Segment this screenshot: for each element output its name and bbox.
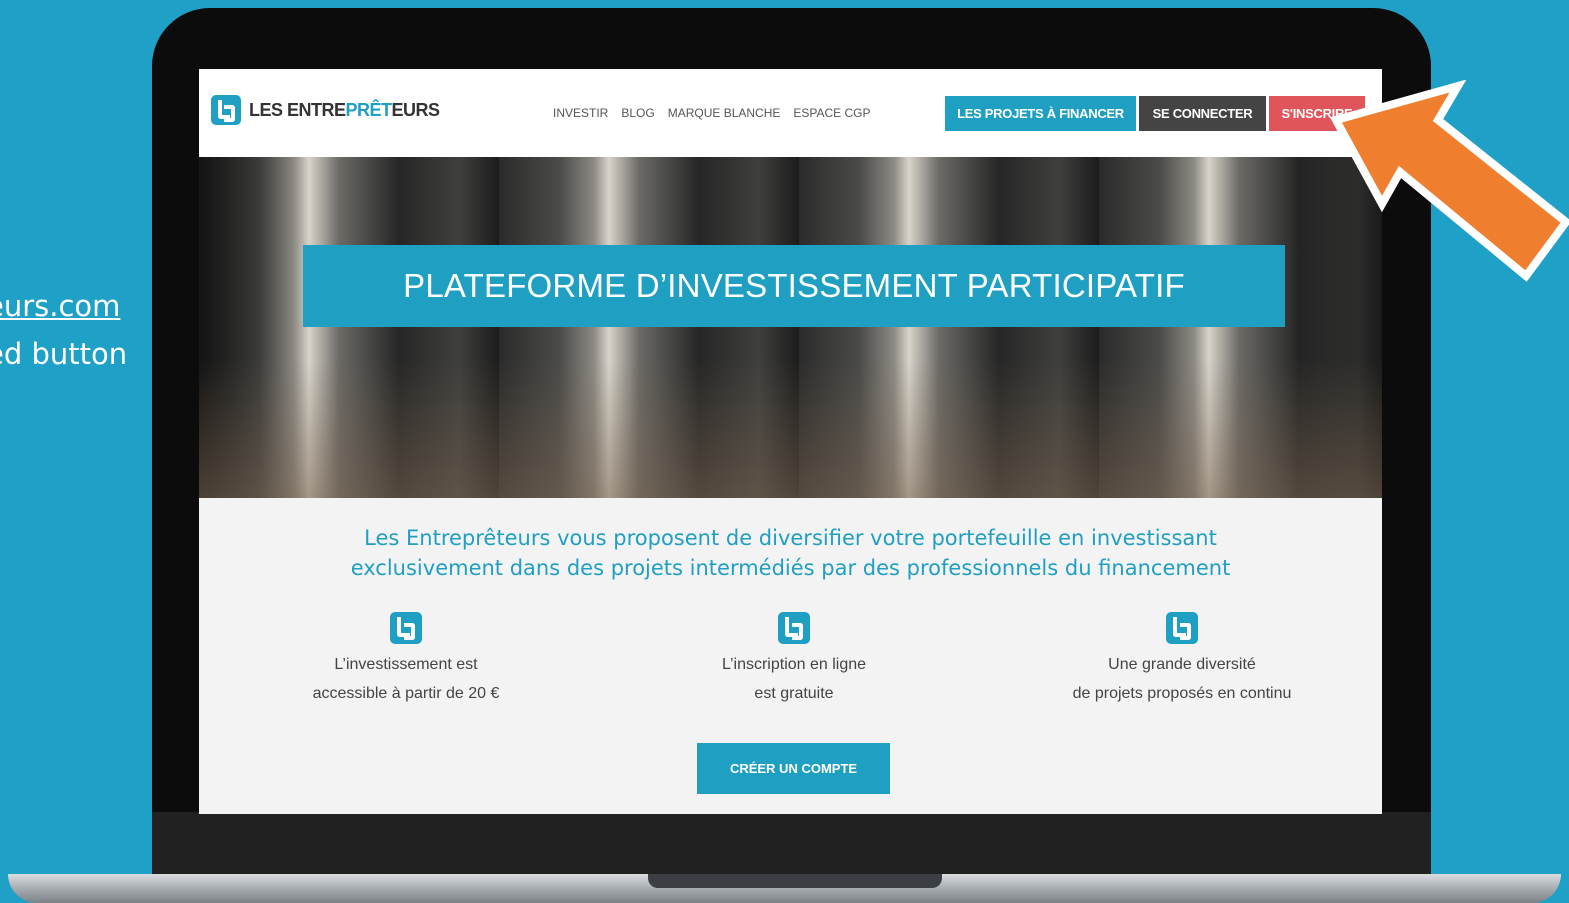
nav-marque-blanche[interactable]: MARQUE BLANCHE [668,106,781,120]
feature-line-1: L’investissement est [334,656,478,673]
logo-mark-icon [778,612,810,644]
website-screen: LES ENTREPRÊTEURS INVESTIR BLOG MARQUE B… [199,69,1382,814]
hero-floor-shade [199,358,1382,498]
caption-link[interactable]: eurs.com [0,282,127,330]
caption-text: ed button [0,337,128,371]
projects-button[interactable]: LES PROJETS À FINANCER [945,96,1136,131]
laptop-bezel [152,812,1431,876]
arrow-shape [1330,80,1569,282]
feature-line-2: de projets proposés en continu [1072,685,1292,702]
logo-mark-icon [1166,612,1198,644]
side-caption: eurs.com ed button [0,282,127,378]
create-account-button[interactable]: CRÉER UN COMPTE [697,743,890,794]
hero-title: PLATEFORME D’INVESTISSEMENT PARTICIPATIF [303,245,1285,327]
nav-espace-cgp[interactable]: ESPACE CGP [793,106,870,120]
feature-diversity: Une grande diversité de projets proposés… [982,612,1382,708]
feature-min-investment: L’investissement est accessible à partir… [206,612,606,708]
site-header: LES ENTREPRÊTEURS INVESTIR BLOG MARQUE B… [199,69,1382,157]
hero-image: PLATEFORME D’INVESTISSEMENT PARTICIPATIF [199,157,1382,498]
tagline-line-2: exclusivement dans des projets intermédi… [350,556,1231,580]
logo-mark-icon [211,95,241,125]
feature-line-1: Une grande diversité [1108,656,1256,673]
laptop-notch [648,874,942,888]
pointer-arrow-icon [1330,80,1569,282]
tagline: Les Entreprêteurs vous proposent de dive… [199,523,1382,583]
site-logo[interactable]: LES ENTREPRÊTEURS [211,95,440,125]
login-button[interactable]: SE CONNECTER [1139,96,1266,131]
feature-line-1: L’inscription en ligne [721,656,867,673]
feature-free-signup: L’inscription en ligne est gratuite [594,612,994,708]
feature-line-2: est gratuite [754,685,834,702]
nav-investir[interactable]: INVESTIR [553,106,608,120]
logo-text: LES ENTREPRÊTEURS [249,99,440,120]
feature-line-2: accessible à partir de 20 € [312,685,500,702]
tagline-line-1: Les Entreprêteurs vous proposent de dive… [364,526,1217,550]
logo-mark-icon [390,612,422,644]
main-nav: INVESTIR BLOG MARQUE BLANCHE ESPACE CGP [553,106,871,120]
nav-blog[interactable]: BLOG [621,106,654,120]
